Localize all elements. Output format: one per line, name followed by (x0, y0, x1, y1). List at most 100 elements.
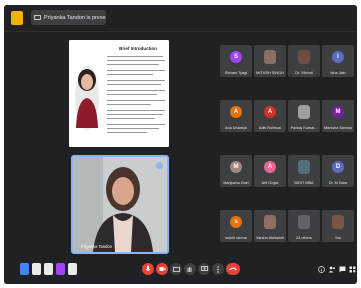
participant-name: Varsha Abhishek (256, 236, 284, 240)
people-button[interactable] (327, 263, 337, 275)
presenting-indicator[interactable]: Priyanka Tandon is presenting (31, 10, 106, 25)
slide-text-line (107, 84, 161, 86)
info-icon[interactable] (68, 263, 77, 275)
avatar: A (264, 161, 276, 173)
avatar: I (332, 51, 344, 63)
participant-tile[interactable]: A Anu Dhamija (220, 100, 252, 132)
participant-name: Shivani Tyagi (224, 71, 248, 75)
present-screen-icon (34, 14, 41, 20)
mic-off-button[interactable] (142, 263, 154, 275)
more-icon[interactable] (56, 263, 65, 275)
participant-name: Pankaj Kumar... (290, 126, 318, 130)
slide-text-line (107, 74, 153, 76)
participant-photo (264, 215, 276, 229)
slide-title: Brief Introduction (119, 46, 157, 51)
participant-name: Dr. M Gaur (328, 181, 348, 185)
slide-text-line (107, 60, 165, 62)
slide-text-line (107, 104, 151, 106)
participant-tile[interactable]: S Shivani Tyagi (220, 45, 252, 77)
mic-off-icon (145, 265, 151, 271)
presenter-photo (75, 66, 99, 130)
participant-tile[interactable]: A Aditi Rohtwal (254, 100, 286, 132)
more-options-icon (217, 265, 219, 273)
avatar: M (230, 161, 242, 173)
avatar: S (230, 51, 242, 63)
chat-icon (339, 266, 345, 272)
avatar: A (230, 106, 242, 118)
participant-tile[interactable]: Varsha Abhishek (254, 210, 286, 242)
raise-hand-icon (187, 266, 192, 272)
self-photo (332, 215, 344, 229)
hang-up-icon (229, 267, 237, 271)
others-avatars (298, 215, 310, 229)
participant-tile[interactable]: A Arit Goyal (254, 155, 286, 187)
slide-text-line (107, 132, 147, 134)
captions-icon[interactable] (32, 263, 41, 275)
others-tile[interactable]: 24 others (288, 210, 320, 242)
participant-name: BIGIT MBA (294, 181, 314, 185)
camera-off-icon (159, 267, 165, 271)
others-count-label: 24 others (296, 236, 312, 240)
participant-name: Dr. Vibhuti (295, 71, 313, 75)
captions-icon (172, 266, 180, 272)
participant-name: Isha Jain (330, 71, 346, 75)
slide-text-line (107, 128, 159, 130)
present-screen-button[interactable] (198, 263, 210, 275)
participant-name: sukriti verma (225, 236, 247, 240)
camera-name-label: Priyanka Tandon (81, 244, 113, 249)
meet-window: Priyanka Tandon is presenting Brief Intr… (4, 5, 357, 284)
captions-button[interactable] (170, 263, 182, 275)
meeting-info-button[interactable] (316, 263, 326, 275)
participant-tile[interactable]: BIGIT MBA (288, 155, 320, 187)
presenting-label: Priyanka Tandon is presenting (44, 14, 106, 21)
participant-tile[interactable]: M Manjusha Goel (220, 155, 252, 187)
activities-icon (349, 266, 355, 272)
participant-name: Manjusha Goel (223, 181, 249, 185)
chat-button[interactable] (337, 263, 347, 275)
participant-photo (298, 50, 310, 64)
avatar: A (264, 106, 276, 118)
self-name: You (334, 236, 342, 240)
participant-name: Aditi Rohtwal (258, 126, 282, 130)
participant-name: Manisha Sonwani (324, 126, 352, 130)
raise-hand-button[interactable] (184, 263, 196, 275)
participant-name: MITUSH SINGH (256, 71, 284, 75)
camera-off-button[interactable] (156, 263, 168, 275)
slide-text-line (107, 64, 159, 66)
participant-name: Arit Goyal (261, 181, 279, 185)
info-icon (317, 265, 325, 273)
participant-photo (264, 50, 276, 64)
avatar: s (230, 216, 242, 228)
present-screen-icon (200, 266, 208, 271)
slide-text-line (107, 90, 165, 92)
slide-text-line (107, 110, 165, 112)
participant-tile[interactable]: I Isha Jain (322, 45, 354, 77)
activities-button[interactable] (347, 263, 357, 275)
self-tile[interactable]: You (322, 210, 354, 242)
participant-tile[interactable]: M Manisha Sonwani (322, 100, 354, 132)
participant-photo (298, 160, 310, 174)
presenter-video (73, 157, 167, 252)
presenter-camera-tile[interactable]: Priyanka Tandon (71, 155, 169, 254)
participant-tile[interactable]: D Dr. M Gaur (322, 155, 354, 187)
present-icon[interactable] (44, 263, 53, 275)
participant-tile[interactable]: Pankaj Kumar... (288, 100, 320, 132)
participant-name: Anu Dhamija (225, 126, 247, 130)
meet-logo (11, 11, 23, 25)
participant-tile[interactable]: MITUSH SINGH (254, 45, 286, 77)
participant-photo (298, 105, 310, 119)
presentation-slide: Brief Introduction (69, 40, 169, 147)
speaking-indicator-icon (156, 162, 163, 169)
top-bar: Priyanka Tandon is presenting (4, 5, 357, 32)
people-icon (328, 266, 335, 272)
more-options-button[interactable] (212, 263, 224, 275)
slide-text-line (107, 94, 157, 96)
participant-tile[interactable]: s sukriti verma (220, 210, 252, 242)
hang-up-button[interactable] (226, 263, 240, 275)
participant-tile[interactable]: Dr. Vibhuti (288, 45, 320, 77)
slide-text-line (107, 100, 165, 102)
slide-text-line (107, 114, 163, 116)
avatar: D (332, 161, 344, 173)
slide-text-line (107, 124, 165, 126)
reactions-icon[interactable] (20, 263, 29, 275)
